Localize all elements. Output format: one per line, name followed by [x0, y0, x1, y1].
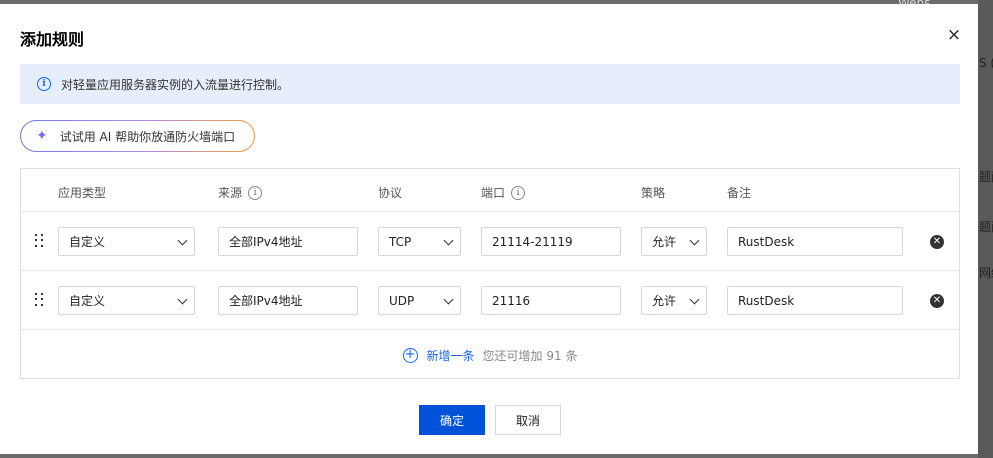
header-protocol: 协议 — [378, 186, 403, 200]
background-side-text: 题面 — [979, 220, 993, 234]
add-rule-row: + 新增一条 您还可增加 91 条 — [21, 331, 959, 379]
remark-input[interactable]: RustDesk — [727, 286, 903, 315]
remark-input[interactable]: RustDesk — [727, 227, 903, 256]
cancel-button[interactable]: 取消 — [495, 405, 561, 435]
header-policy: 策略 — [641, 186, 666, 200]
chevron-down-icon — [177, 235, 188, 246]
chevron-down-icon — [443, 294, 454, 305]
info-banner: i 对轻量应用服务器实例的入流量进行控制。 — [20, 64, 960, 104]
header-port: 端口 i — [481, 184, 526, 201]
protocol-select[interactable]: TCP — [378, 227, 461, 256]
info-text: 对轻量应用服务器实例的入流量进行控制。 — [61, 77, 290, 92]
header-app-type: 应用类型 — [58, 186, 107, 200]
policy-select[interactable]: 允许 — [641, 286, 707, 315]
header-remark: 备注 — [727, 186, 752, 200]
help-icon[interactable]: i — [248, 185, 263, 200]
table-header: 应用类型 来源 i 协议 端口 i 策略 备注 — [21, 169, 959, 212]
add-rule-link[interactable]: 新增一条 — [427, 347, 475, 364]
ai-assist-button[interactable]: ✦ 试试用 AI 帮助你放通防火墙端口 — [20, 120, 255, 152]
dialog-title: 添加规则 — [20, 30, 85, 49]
drag-handle-icon[interactable] — [35, 234, 45, 248]
chevron-down-icon — [689, 294, 700, 305]
background-side-text: 题面 — [979, 170, 993, 184]
add-rule-dialog: 添加规则 × i 对轻量应用服务器实例的入流量进行控制。 ✦ 试试用 AI 帮助… — [0, 4, 978, 454]
delete-row-icon[interactable]: ✕ — [930, 294, 944, 308]
help-icon[interactable]: i — [511, 185, 526, 200]
source-input[interactable]: 全部IPv4地址 — [218, 227, 358, 256]
policy-select[interactable]: 允许 — [641, 227, 707, 256]
protocol-select[interactable]: UDP — [378, 286, 461, 315]
header-source: 来源 i — [218, 184, 263, 201]
background-side-text: S ( — [979, 56, 993, 70]
table-row: 自定义 全部IPv4地址 UDP 21116 允许 RustDesk ✕ — [21, 271, 959, 330]
app-type-select[interactable]: 自定义 — [58, 227, 195, 256]
confirm-button[interactable]: 确定 — [419, 405, 485, 435]
ai-assist-label: 试试用 AI 帮助你放通防火墙端口 — [59, 129, 236, 144]
delete-row-icon[interactable]: ✕ — [930, 235, 944, 249]
drag-handle-icon[interactable] — [35, 293, 45, 307]
close-icon[interactable]: × — [945, 26, 963, 44]
add-circle-icon[interactable]: + — [402, 347, 418, 363]
chevron-down-icon — [443, 235, 454, 246]
table-row: 自定义 全部IPv4地址 TCP 21114-21119 允许 RustDesk… — [21, 212, 959, 271]
chevron-down-icon — [689, 235, 700, 246]
info-icon: i — [37, 77, 51, 91]
port-input[interactable]: 21116 — [481, 286, 621, 315]
chevron-down-icon — [177, 294, 188, 305]
remaining-rules-hint: 您还可增加 91 条 — [482, 348, 578, 363]
background-side-text: 网络 — [979, 266, 993, 280]
port-input[interactable]: 21114-21119 — [481, 227, 621, 256]
rules-table: 应用类型 来源 i 协议 端口 i 策略 备注 自定义 全部IPv4地址 TCP 2… — [20, 168, 960, 379]
source-input[interactable]: 全部IPv4地址 — [218, 286, 358, 315]
app-type-select[interactable]: 自定义 — [58, 286, 195, 315]
sparkle-icon: ✦ — [36, 128, 48, 144]
